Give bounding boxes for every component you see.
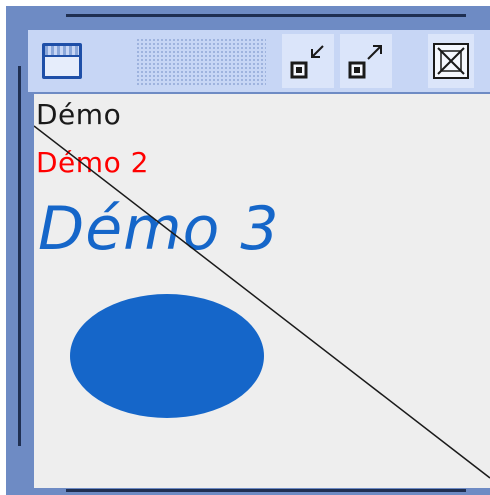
content-pane: Démo Démo 2 Démo 3 — [34, 94, 490, 488]
title-drag-area[interactable] — [136, 38, 266, 86]
window-menu-icon — [42, 43, 82, 79]
frame-left-bevel — [18, 66, 21, 446]
close-button[interactable] — [428, 34, 474, 88]
window-menu-button[interactable] — [36, 34, 88, 88]
minimize-button[interactable] — [282, 34, 334, 88]
frame-bottom-bevel — [66, 489, 466, 492]
title-bar[interactable] — [28, 30, 490, 92]
minimize-icon — [290, 45, 324, 79]
maximize-icon — [348, 45, 382, 79]
close-icon — [433, 43, 469, 79]
maximize-button[interactable] — [340, 34, 392, 88]
diagonal-line — [34, 125, 490, 479]
frame-top-bevel — [66, 14, 466, 17]
